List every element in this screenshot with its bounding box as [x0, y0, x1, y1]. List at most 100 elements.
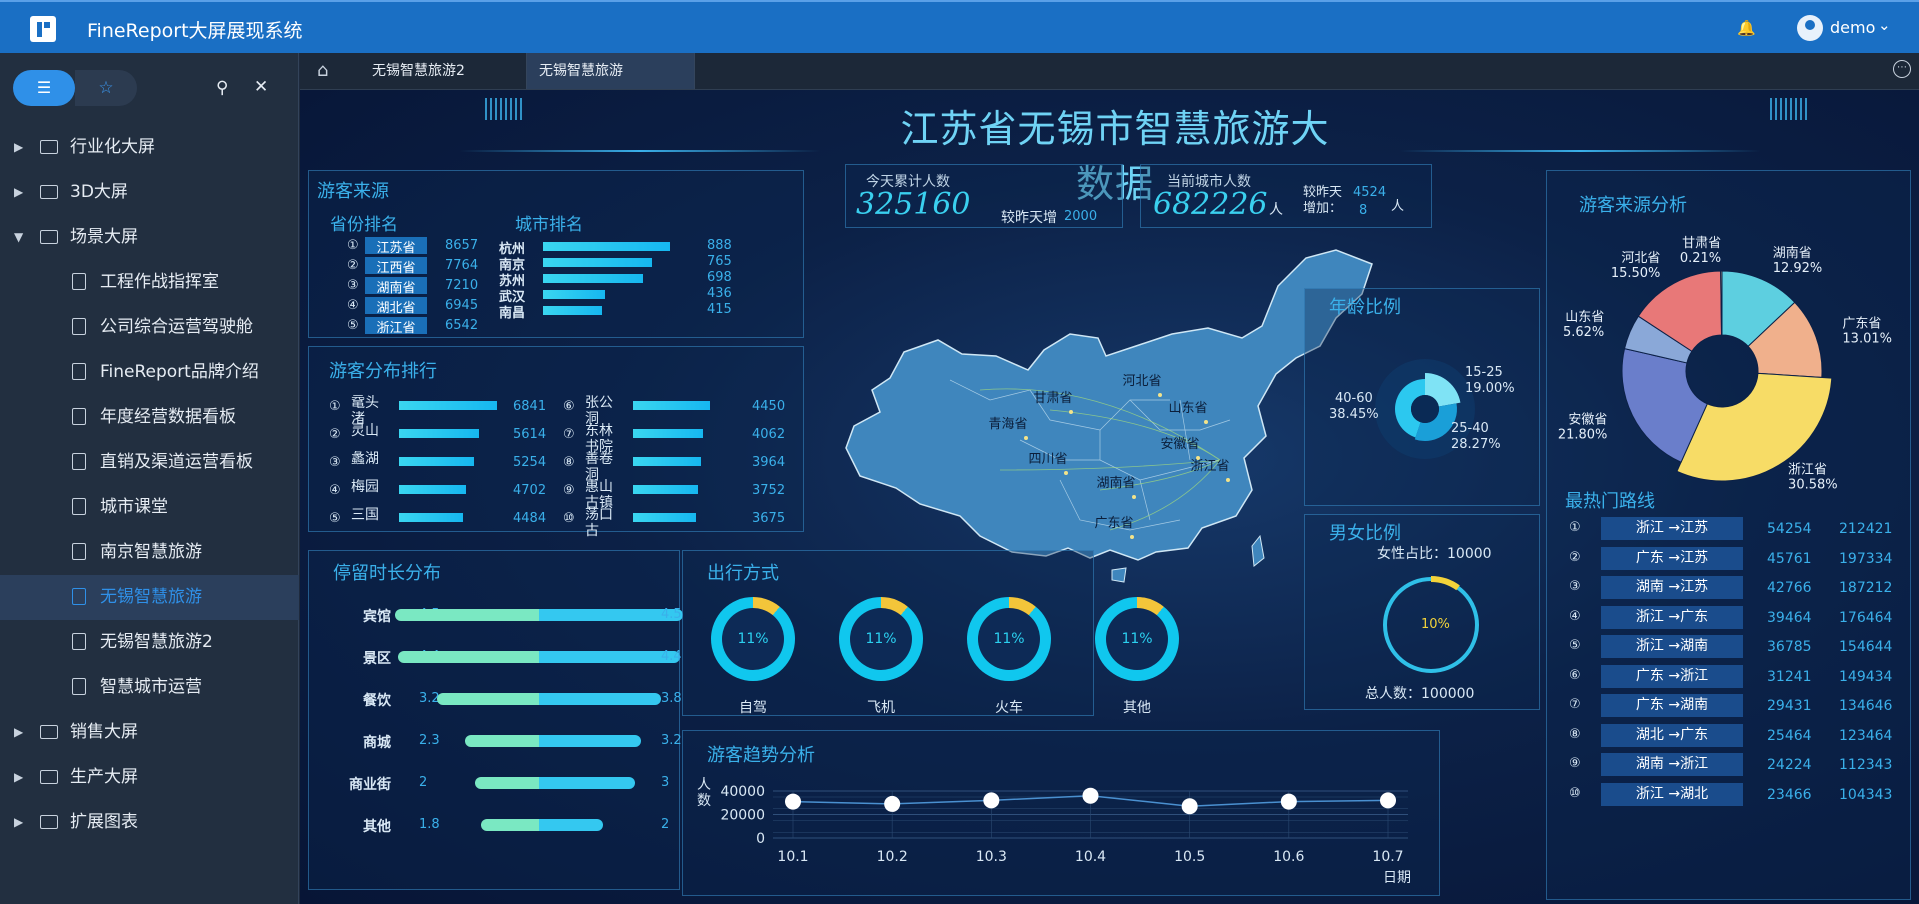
caret-right-icon[interactable]: ▶: [14, 755, 23, 800]
search-icon[interactable]: ⚲: [216, 78, 228, 98]
avatar[interactable]: [1797, 15, 1823, 41]
distribution-title: 游客分布排行: [329, 361, 437, 382]
stay-left-bar: [398, 651, 539, 663]
route-rank: ⑥: [1569, 667, 1581, 683]
sidebar-item-scenes[interactable]: ▼ 场景大屏: [0, 215, 299, 260]
report-file-icon: [72, 408, 86, 425]
age-title: 年龄比例: [1329, 297, 1401, 318]
route-value-a: 39464: [1767, 609, 1812, 626]
dist-rank: ④: [329, 483, 341, 498]
route-value-b: 134646: [1839, 698, 1893, 714]
caret-down-icon[interactable]: ▼: [14, 215, 23, 260]
list-view-button[interactable]: ☰: [13, 70, 75, 106]
report-file-icon: [72, 453, 86, 470]
age-label-3: 40-60: [1335, 391, 1373, 406]
dist-name: 三国: [351, 507, 379, 523]
province-value: 8657: [445, 238, 479, 253]
username[interactable]: demo: [1830, 18, 1875, 37]
caret-right-icon[interactable]: ▶: [14, 170, 23, 215]
unpin-icon[interactable]: ✕: [254, 77, 268, 97]
city-rank-title: 城市排名: [515, 215, 583, 235]
tab-wuxi-tourism-2[interactable]: 无锡智慧旅游2: [360, 53, 527, 89]
route-label: 广东 →江苏: [1601, 546, 1743, 570]
pie-label-name: 甘肃省: [1682, 236, 1721, 251]
route-label: 浙江 →湖南: [1601, 635, 1743, 658]
age-label-2: 25-40: [1451, 421, 1489, 436]
current-unit: 人: [1269, 202, 1283, 218]
sidebar-item-sales[interactable]: ▶ 销售大屏: [0, 710, 299, 755]
sidebar-item-annual-data[interactable]: 年度经营数据看板: [0, 395, 299, 440]
province-rank-num: ⑤: [347, 318, 359, 333]
caret-right-icon[interactable]: ▶: [14, 125, 23, 170]
sidebar-item-extended-charts[interactable]: ▶ 扩展图表: [0, 800, 299, 845]
route-value-b: 212421: [1839, 521, 1893, 537]
gender-total: 总人数：100000: [1365, 686, 1475, 702]
stay-category: 商业街: [349, 777, 391, 793]
sidebar-item-sales-channels[interactable]: 直销及渠道运营看板: [0, 440, 299, 485]
sidebar-item-wuxi[interactable]: 无锡智慧旅游: [0, 575, 299, 620]
pie-label-name: 安徽省: [1568, 412, 1607, 427]
report-file-icon: [72, 363, 86, 380]
sidebar-item-city-class[interactable]: 城市课堂: [0, 485, 299, 530]
route-value-a: 31241: [1767, 668, 1812, 685]
sidebar-item-3d[interactable]: ▶ 3D大屏: [0, 170, 299, 215]
map-label: 浙江省: [1190, 459, 1229, 474]
caret-right-icon[interactable]: ▶: [14, 710, 23, 755]
map-dot: [1226, 478, 1230, 482]
map-dot: [1064, 471, 1068, 475]
sidebar-item-brand-intro[interactable]: FineReport品牌介绍: [0, 350, 299, 395]
title-deco-right: [1400, 150, 1760, 152]
province-name: 江西省: [365, 257, 427, 276]
route-rank: ⑦: [1569, 697, 1581, 712]
route-value-a: 24224: [1767, 757, 1812, 773]
route-rank: ⑤: [1569, 638, 1581, 653]
sidebar-item-label: 公司综合运营驾驶舱: [100, 317, 253, 337]
dist-rank: ③: [329, 455, 341, 470]
trend-point: [1181, 798, 1198, 815]
current-counter: 当前城市人数 682226 人 较昨天增加： 4524 8 人: [1140, 164, 1432, 228]
sidebar-item-company-ops[interactable]: 公司综合运营驾驶舱: [0, 305, 299, 350]
dist-bar: [633, 457, 702, 466]
more-icon[interactable]: ⋯: [1893, 60, 1911, 78]
dist-rank: ⑦: [563, 427, 575, 442]
route-label: 广东 →湖南: [1601, 694, 1743, 717]
bell-icon[interactable]: 🔔: [1737, 19, 1756, 37]
sidebar-item-industry[interactable]: ▶ 行业化大屏: [0, 125, 299, 170]
caret-right-icon[interactable]: ▶: [14, 800, 23, 845]
favorites-button[interactable]: ☆: [75, 70, 137, 106]
sidebar-item-engineering[interactable]: 工程作战指挥室: [0, 260, 299, 305]
app-logo: [30, 16, 56, 42]
trend-point: [1280, 793, 1297, 810]
dist-value: 3752: [752, 483, 786, 498]
map-label: 四川省: [1028, 452, 1067, 467]
route-label: 广东 →浙江: [1601, 664, 1743, 688]
home-icon[interactable]: ⌂: [317, 60, 339, 82]
report-file-icon: [72, 633, 86, 650]
province-value: 6542: [445, 318, 479, 333]
pie-label-pct: 12.92%: [1773, 261, 1823, 276]
map-label: 安徽省: [1160, 437, 1199, 452]
trend-xtick: 10.5: [1174, 849, 1205, 865]
sidebar-item-smart-city[interactable]: 智慧城市运营: [0, 665, 299, 710]
sidebar-item-production[interactable]: ▶ 生产大屏: [0, 755, 299, 800]
city-value: 698: [707, 270, 732, 285]
stay-right-bar: [539, 819, 603, 831]
sidebar-item-wuxi-2[interactable]: 无锡智慧旅游2: [0, 620, 299, 665]
route-label: 湖南 →江苏: [1601, 576, 1743, 599]
province-rank-num: ②: [347, 258, 359, 273]
travel-mode-label: 飞机: [867, 700, 895, 716]
chevron-down-icon[interactable]: ⌄: [1878, 16, 1891, 34]
age-pct-2: 28.27%: [1451, 437, 1501, 452]
travel-panel: 出行方式 11% 自驾 11% 飞机 11% 火车 11% 其他: [682, 550, 1179, 716]
route-value-b: 149434: [1839, 668, 1893, 685]
sidebar-item-nanjing[interactable]: 南京智慧旅游: [0, 530, 299, 575]
tab-wuxi-tourism[interactable]: 无锡智慧旅游: [527, 53, 695, 89]
pie-label-pct: 30.58%: [1788, 477, 1838, 492]
stay-right-value: 2: [661, 817, 670, 832]
report-file-icon: [72, 588, 86, 605]
stay-right-value: 4.4: [661, 649, 682, 664]
map-dot: [1069, 410, 1073, 414]
province-name: 湖北省: [365, 297, 427, 316]
city-bar: [543, 306, 603, 315]
today-value: 325160: [856, 187, 971, 222]
